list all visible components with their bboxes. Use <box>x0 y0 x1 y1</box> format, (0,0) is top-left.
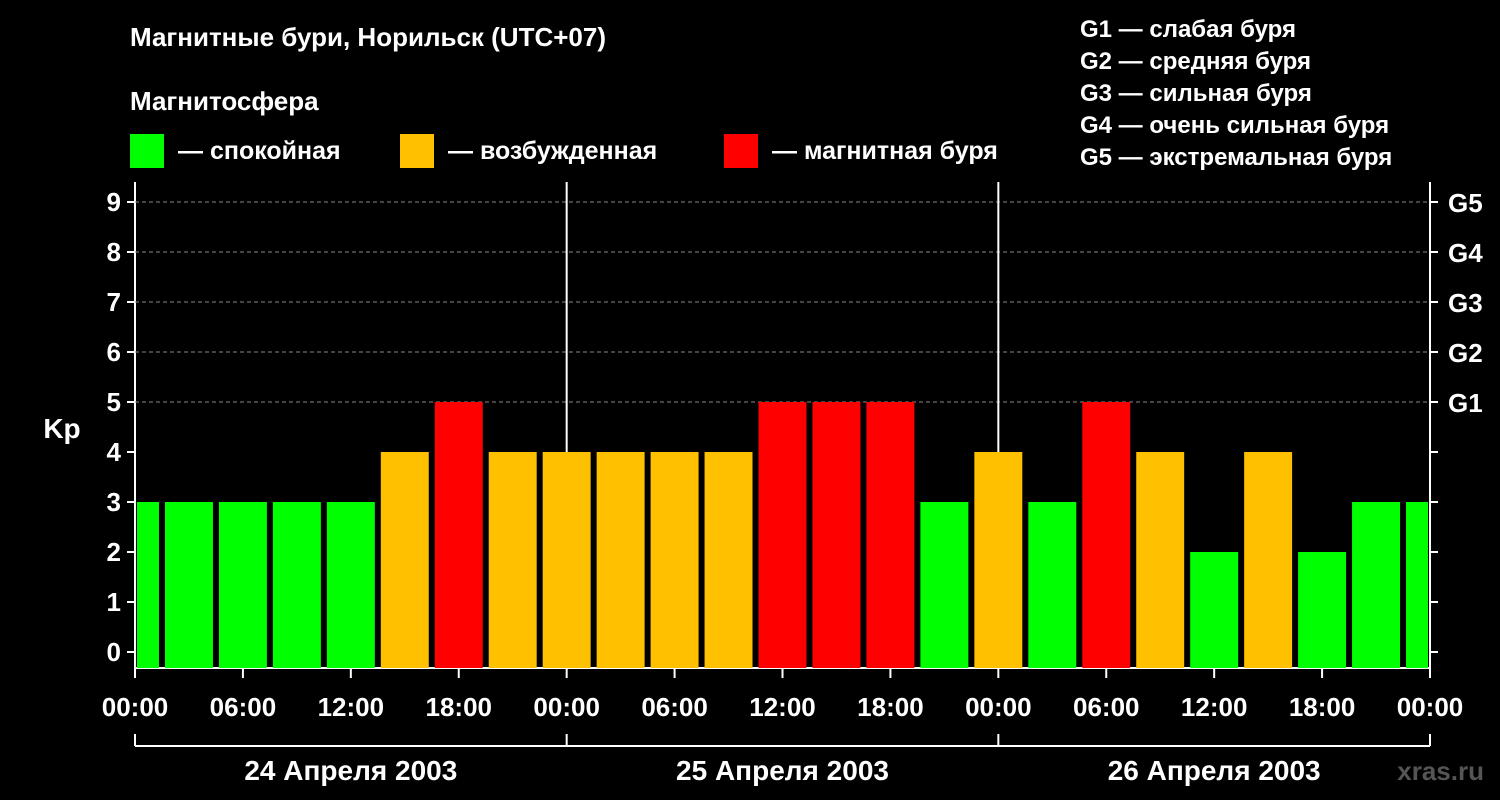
kp-bar <box>218 502 267 668</box>
kp-bar-chart: 0 1 2 3 4 5 6 7 8 9 G1 G2 G3 G4 G5 Kp 00:00 06:00 12:00 18:… <box>43 182 1483 786</box>
y-tick-label: 9 <box>107 187 121 217</box>
g-scale-tick-label: G4 <box>1448 238 1483 268</box>
kp-bar <box>137 502 159 668</box>
kp-bar <box>812 402 861 668</box>
kp-bar <box>650 452 699 668</box>
kp-bar <box>1136 452 1185 668</box>
x-tick-label: 00:00 <box>533 692 600 722</box>
kp-bar <box>326 502 375 668</box>
x-tick-label: 18:00 <box>857 692 924 722</box>
x-tick-label: 18:00 <box>1289 692 1356 722</box>
y-tick-label: 0 <box>107 637 121 667</box>
x-tick-label: 06:00 <box>641 692 708 722</box>
y-tick-label: 2 <box>107 537 121 567</box>
kp-bar <box>542 452 591 668</box>
x-tick-label: 12:00 <box>1181 692 1248 722</box>
kp-bar <box>164 502 213 668</box>
kp-bar <box>1082 402 1131 668</box>
kp-bar <box>866 402 915 668</box>
y-tick-label: 3 <box>107 487 121 517</box>
kp-bar <box>272 502 321 668</box>
kp-bar <box>1406 502 1428 668</box>
x-tick-label: 18:00 <box>426 692 493 722</box>
kp-bar <box>1028 502 1077 668</box>
kp-bar <box>1352 502 1401 668</box>
x-tick-label: 12:00 <box>749 692 816 722</box>
kp-bar <box>1190 552 1239 668</box>
y-tick-label: 4 <box>107 437 122 467</box>
kp-bar <box>704 452 753 668</box>
g-scale-tick-label: G3 <box>1448 288 1483 318</box>
x-tick-label: 06:00 <box>210 692 277 722</box>
kp-bar <box>1244 452 1293 668</box>
x-tick-label: 00:00 <box>965 692 1032 722</box>
day-label: 24 Апреля 2003 <box>244 755 457 786</box>
x-tick-label: 12:00 <box>318 692 385 722</box>
y-tick-label: 1 <box>107 587 121 617</box>
y-tick-label: 6 <box>107 337 121 367</box>
kp-bar <box>920 502 969 668</box>
kp-bar <box>488 452 537 668</box>
kp-bar <box>1298 552 1347 668</box>
watermark: xras.ru <box>1397 756 1484 786</box>
y-axis-label: Kp <box>43 413 80 444</box>
day-label: 25 Апреля 2003 <box>676 755 889 786</box>
kp-bar <box>380 452 429 668</box>
g-scale-tick-label: G5 <box>1448 188 1483 218</box>
y-tick-label: 5 <box>107 387 121 417</box>
g-scale-tick-label: G1 <box>1448 388 1483 418</box>
kp-bar <box>596 452 645 668</box>
kp-bar <box>758 402 807 668</box>
y-tick-label: 8 <box>107 237 121 267</box>
y-tick-label: 7 <box>107 287 121 317</box>
x-tick-label: 06:00 <box>1073 692 1140 722</box>
x-tick-label: 00:00 <box>1397 692 1464 722</box>
g-scale-tick-label: G2 <box>1448 338 1483 368</box>
x-tick-label: 00:00 <box>102 692 169 722</box>
day-label: 26 Апреля 2003 <box>1108 755 1321 786</box>
kp-bar <box>434 402 483 668</box>
kp-bar <box>974 452 1023 668</box>
